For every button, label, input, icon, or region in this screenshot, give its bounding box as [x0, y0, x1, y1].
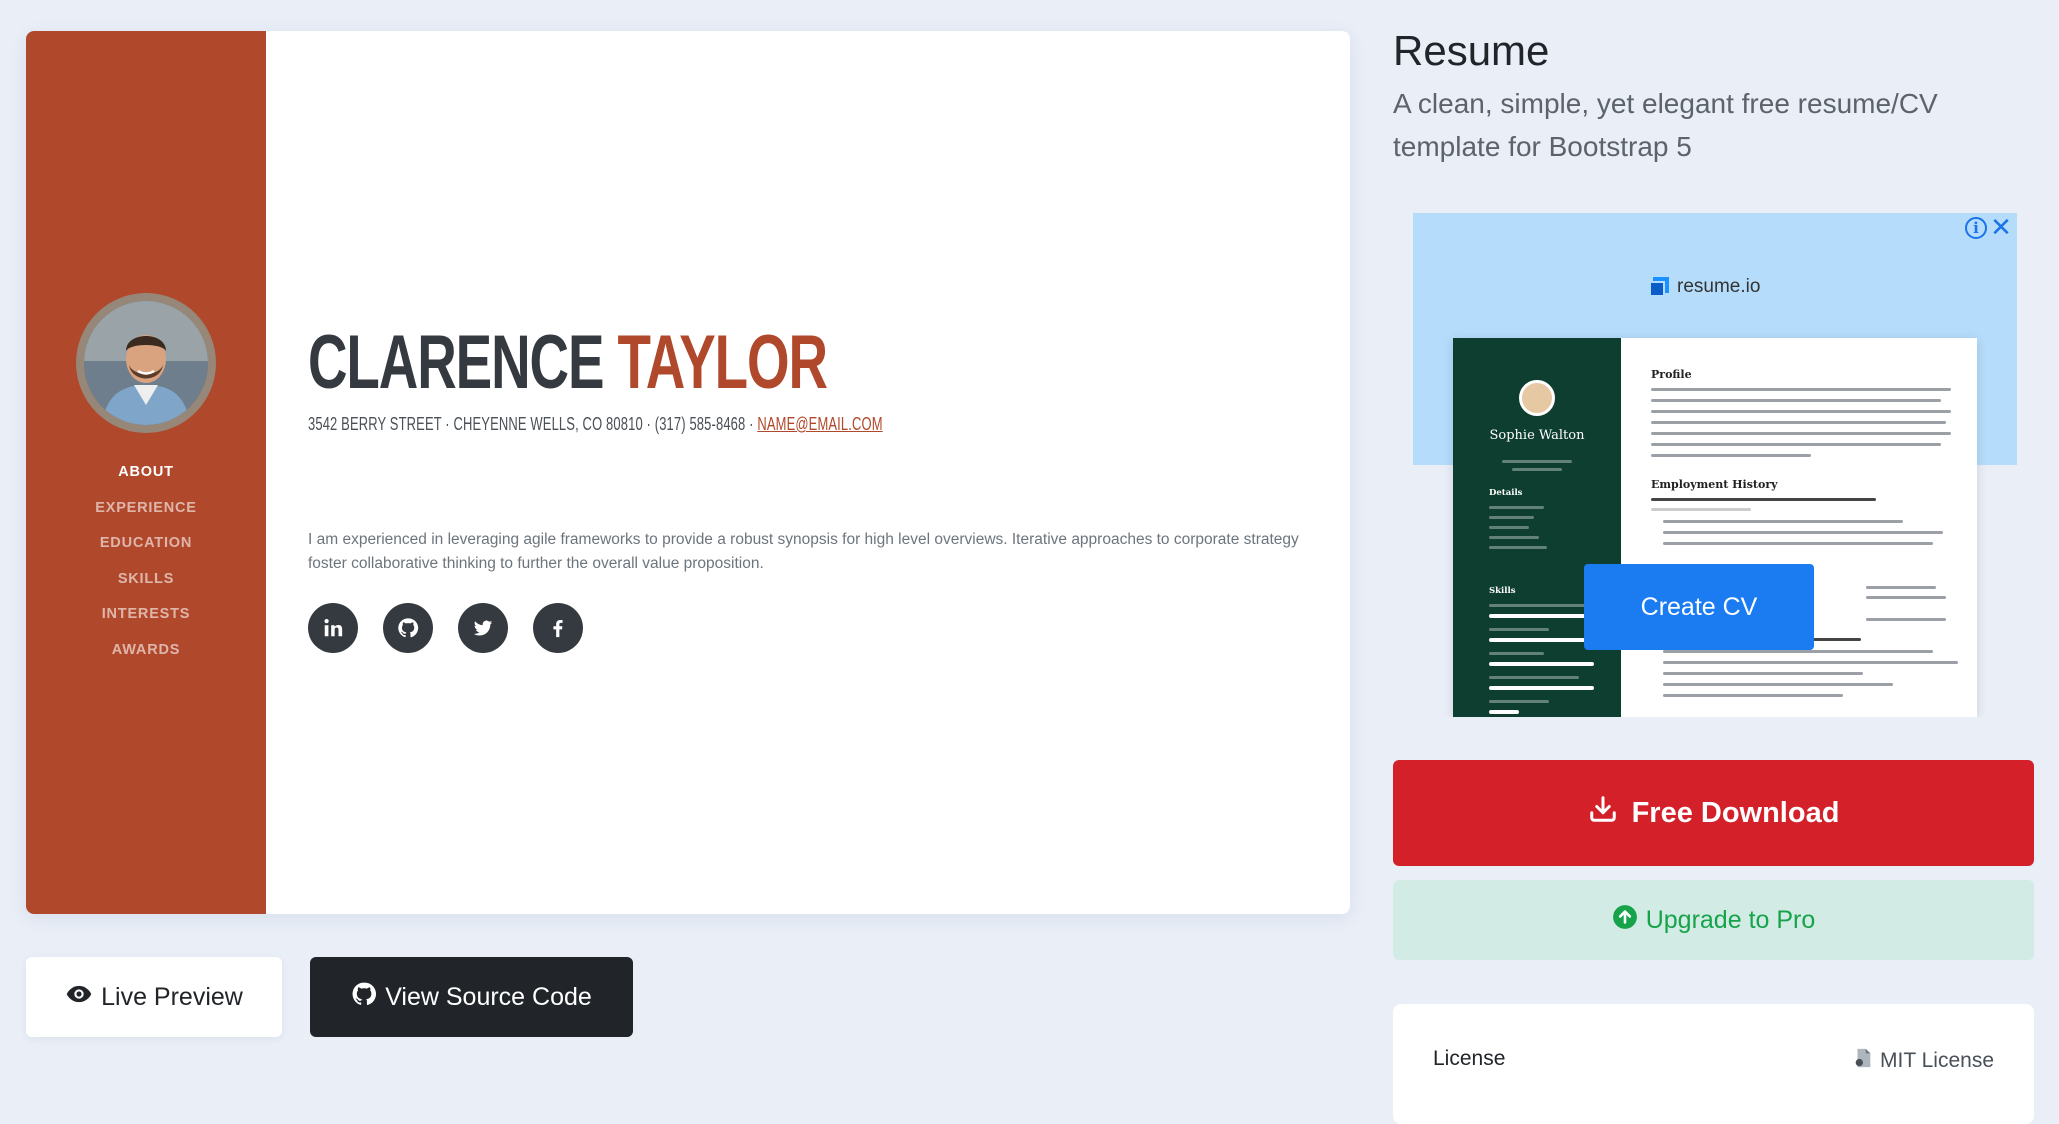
upgrade-to-pro-button[interactable]: Upgrade to Pro [1393, 880, 2034, 960]
product-title: Resume [1393, 27, 1550, 74]
ad-create-cv-button[interactable]: Create CV [1584, 564, 1814, 650]
download-icon [1588, 794, 1618, 832]
social-links [308, 603, 583, 653]
nav-about[interactable]: ABOUT [26, 455, 266, 491]
contact-line: 3542 BERRY STREET · CHEYENNE WELLS, CO 8… [308, 414, 883, 435]
ad-brand: resume.io [1649, 276, 1760, 298]
resume-bio: I am experienced in leveraging agile fra… [308, 530, 1299, 572]
ad-sample-profile-heading: Profile [1651, 368, 1692, 381]
ad-sample-main: Profile Employment History [1651, 338, 1961, 717]
nav-skills[interactable]: SKILLS [26, 562, 266, 598]
resume-first-name: CLARENCE [308, 320, 604, 405]
ad-sample-name: Sophie Walton [1489, 428, 1585, 443]
template-preview-card: ABOUT EXPERIENCE EDUCATION SKILLS INTERE… [26, 31, 1350, 914]
free-download-label: Free Download [1631, 796, 1840, 829]
linkedin-icon[interactable] [308, 603, 358, 653]
ad-sample-avatar [1519, 380, 1555, 416]
resume-section-nav: ABOUT EXPERIENCE EDUCATION SKILLS INTERE… [26, 455, 266, 668]
license-file-icon [1852, 1047, 1874, 1075]
resume-sidebar: ABOUT EXPERIENCE EDUCATION SKILLS INTERE… [26, 31, 266, 914]
ad-close-icon[interactable]: ✕ [1989, 214, 2013, 240]
nav-interests[interactable]: INTERESTS [26, 597, 266, 633]
upgrade-label: Upgrade to Pro [1645, 905, 1816, 934]
ad-sample-resume: Sophie Walton Details Skills Profile Emp… [1453, 338, 1977, 717]
resume-name: CLARENCE TAYLOR [308, 325, 828, 401]
ad-sample-sidebar: Sophie Walton Details Skills [1453, 338, 1621, 717]
contact-email-link[interactable]: NAME@EMAIL.COM [757, 414, 882, 434]
arrow-up-circle-icon [1612, 904, 1638, 937]
twitter-icon[interactable] [458, 603, 508, 653]
nav-experience[interactable]: EXPERIENCE [26, 491, 266, 527]
license-label: License [1433, 1047, 1506, 1070]
license-value-text: MIT License [1880, 1049, 1994, 1072]
free-download-button[interactable]: Free Download [1393, 760, 2034, 866]
ad-sample-skills-heading: Skills [1489, 586, 1516, 596]
nav-awards[interactable]: AWARDS [26, 633, 266, 669]
product-subtitle: A clean, simple, yet elegant free resume… [1393, 88, 1938, 162]
contact-address: 3542 BERRY STREET · CHEYENNE WELLS, CO 8… [308, 414, 758, 434]
resume-io-logo-icon [1649, 277, 1669, 297]
license-card: License MIT License [1393, 1004, 2034, 1124]
github-icon [351, 981, 377, 1014]
view-source-label: View Source Code [385, 982, 592, 1011]
profile-avatar [76, 293, 216, 433]
ad-sample-history-heading: Employment History [1651, 478, 1778, 491]
ad-brand-name: resume.io [1677, 276, 1761, 297]
facebook-icon[interactable] [533, 603, 583, 653]
resume-last-name: TAYLOR [617, 320, 827, 405]
ad-sample-details-heading: Details [1489, 488, 1523, 498]
live-preview-label: Live Preview [101, 982, 243, 1011]
eye-icon [65, 980, 93, 1015]
license-value: MIT License [1852, 1047, 1994, 1075]
ad-info-icon[interactable]: i [1965, 217, 1987, 239]
live-preview-button[interactable]: Live Preview [26, 957, 282, 1037]
github-icon[interactable] [383, 603, 433, 653]
advertisement[interactable]: i ✕ resume.io Sophie Walton Details Skil… [1413, 213, 2017, 717]
nav-education[interactable]: EDUCATION [26, 526, 266, 562]
view-source-button[interactable]: View Source Code [310, 957, 633, 1037]
